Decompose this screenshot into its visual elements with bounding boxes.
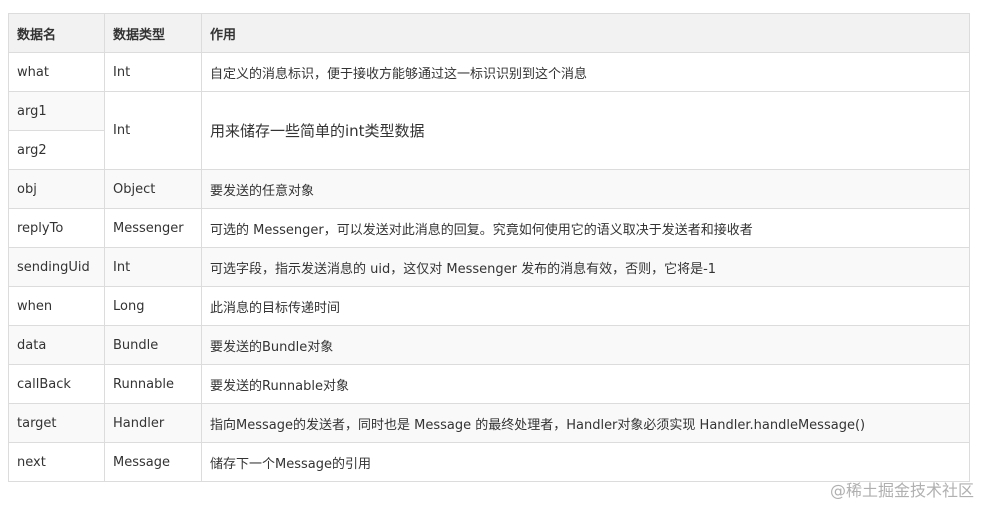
table-row: callBack Runnable 要发送的Runnable对象 [8, 364, 970, 404]
cell-type: Handler [104, 403, 202, 443]
cell-desc: 此消息的目标传递时间 [201, 286, 970, 326]
cell-type: Int [104, 52, 202, 92]
table-row: data Bundle 要发送的Bundle对象 [8, 325, 970, 365]
cell-name: next [8, 442, 105, 482]
watermark: @稀土掘金技术社区 [829, 481, 974, 500]
cell-name: data [8, 325, 105, 365]
cell-type: Runnable [104, 364, 202, 404]
cell-desc: 可选字段，指示发送消息的 uid，这仅对 Messenger 发布的消息有效，否… [201, 247, 970, 287]
cell-type: Message [104, 442, 202, 482]
cell-name: when [8, 286, 105, 326]
cell-desc: 储存下一个Message的引用 [201, 442, 970, 482]
cell-desc: 自定义的消息标识，便于接收方能够通过这一标识识别到这个消息 [201, 52, 970, 92]
cell-desc: 要发送的Runnable对象 [201, 364, 970, 404]
cell-name: callBack [8, 364, 105, 404]
cell-name: what [8, 52, 105, 92]
cell-name: obj [8, 169, 105, 209]
message-fields-table: 数据名 数据类型 作用 what Int 自定义的消息标识，便于接收方能够通过这… [8, 13, 970, 482]
cell-name: arg2 [8, 130, 105, 170]
header-desc: 作用 [201, 13, 970, 53]
table-row: replyTo Messenger 可选的 Messenger，可以发送对此消息… [8, 208, 970, 248]
table-row: sendingUid Int 可选字段，指示发送消息的 uid，这仅对 Mess… [8, 247, 970, 287]
cell-desc: 指向Message的发送者，同时也是 Message 的最终处理者，Handle… [201, 403, 970, 443]
cell-desc: 可选的 Messenger，可以发送对此消息的回复。究竟如何使用它的语义取决于发… [201, 208, 970, 248]
cell-type: Long [104, 286, 202, 326]
cell-desc: 要发送的任意对象 [201, 169, 970, 209]
header-name: 数据名 [8, 13, 105, 53]
table-row: when Long 此消息的目标传递时间 [8, 286, 970, 326]
header-type: 数据类型 [104, 13, 202, 53]
cell-name: sendingUid [8, 247, 105, 287]
table-row: obj Object 要发送的任意对象 [8, 169, 970, 209]
cell-name: target [8, 403, 105, 443]
table-header-row: 数据名 数据类型 作用 [8, 13, 970, 53]
table-row: target Handler 指向Message的发送者，同时也是 Messag… [8, 403, 970, 443]
cell-type: Object [104, 169, 202, 209]
cell-type: Int [104, 247, 202, 287]
cell-type: Bundle [104, 325, 202, 365]
cell-type: Messenger [104, 208, 202, 248]
cell-desc: 要发送的Bundle对象 [201, 325, 970, 365]
cell-type: Int [104, 91, 202, 170]
table-row: arg1 Int 用来储存一些简单的int类型数据 [8, 91, 970, 170]
cell-desc: 用来储存一些简单的int类型数据 [201, 91, 970, 170]
cell-name: arg1 [8, 91, 105, 131]
table-row: what Int 自定义的消息标识，便于接收方能够通过这一标识识别到这个消息 [8, 52, 970, 92]
cell-name: replyTo [8, 208, 105, 248]
table-row: next Message 储存下一个Message的引用 [8, 442, 970, 482]
